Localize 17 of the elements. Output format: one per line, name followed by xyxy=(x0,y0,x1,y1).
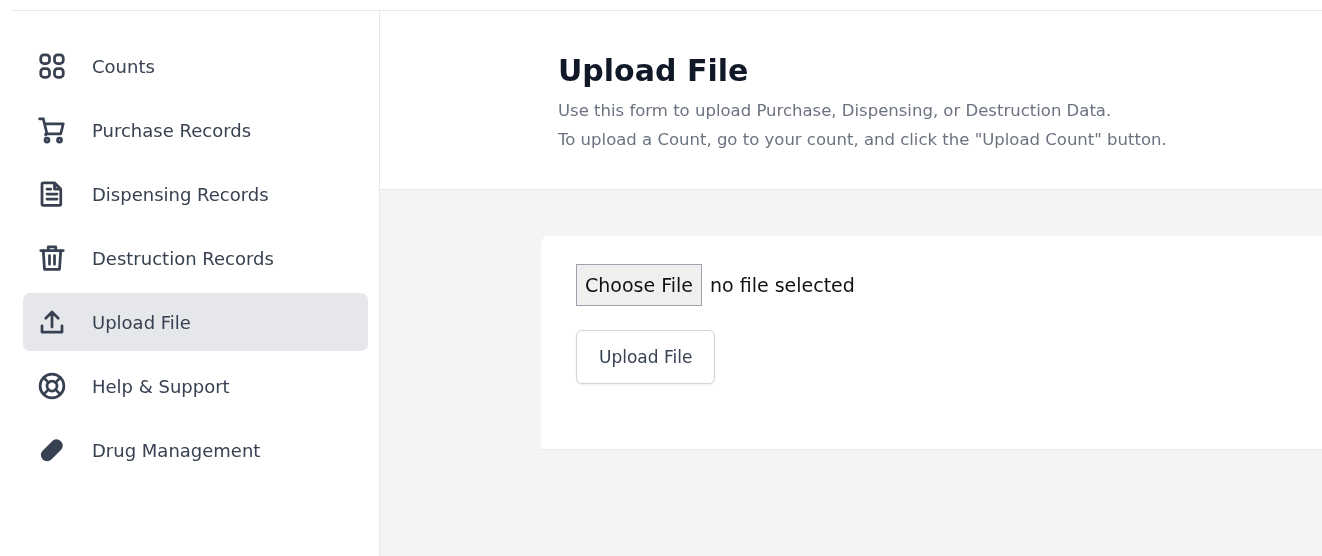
lifebuoy-icon xyxy=(37,371,67,401)
sidebar-item[interactable]: Counts xyxy=(23,37,368,95)
sidebar-item[interactable]: Destruction Records xyxy=(23,229,368,287)
sidebar-item[interactable]: Help & Support xyxy=(23,357,368,415)
upload-file-button[interactable]: Upload File xyxy=(576,330,716,384)
page-description: Use this form to upload Purchase, Dispensing, or Destruction Data. xyxy=(558,100,1113,122)
page-title: Upload File xyxy=(558,53,750,88)
sidebar-item[interactable]: Purchase Records xyxy=(23,101,368,159)
trash-icon xyxy=(37,243,67,273)
file-status: no file selected xyxy=(710,274,855,296)
cart-icon xyxy=(37,115,67,145)
sidebar-item[interactable]: Dispensing Records xyxy=(23,165,368,223)
choose-file-button[interactable]: Choose File xyxy=(576,264,702,306)
sidebar-item[interactable]: Drug Management xyxy=(23,421,368,479)
sidebar-item[interactable]: Upload File xyxy=(23,293,368,351)
page-description: To upload a Count, go to your count, and click the "Upload Count" button. xyxy=(558,129,1168,151)
grid-icon xyxy=(37,51,67,81)
